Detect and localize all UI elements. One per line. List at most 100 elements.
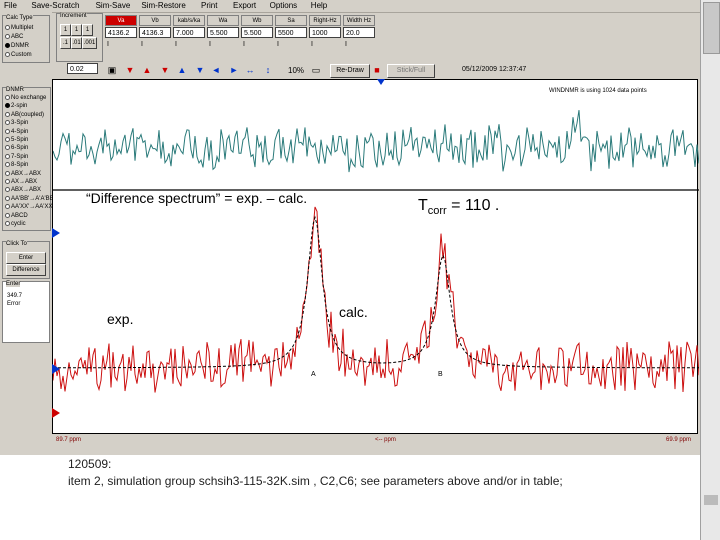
param-field-6[interactable]: 1000: [309, 27, 341, 38]
menu-item-print[interactable]: Print: [201, 0, 217, 12]
menu-item-export[interactable]: Export: [233, 0, 256, 12]
param-lock-icon[interactable]: I: [107, 40, 109, 50]
dnmr-radio-11[interactable]: ABX→ABX: [5, 186, 41, 194]
param-field-4[interactable]: 5.500: [241, 27, 273, 38]
param-header-3[interactable]: Wa: [207, 15, 239, 26]
difference-button[interactable]: Difference: [6, 264, 46, 276]
param-field-3[interactable]: 5.500: [207, 27, 239, 38]
increment-0001-button[interactable]: .001: [82, 37, 97, 49]
dnmr-radio-8[interactable]: 8-Spin: [5, 161, 28, 169]
contract-icon[interactable]: ↕: [262, 64, 274, 76]
param-lock-icon[interactable]: I: [141, 40, 143, 50]
dnmr-radio-14[interactable]: ABCD: [5, 212, 28, 220]
menu-item-file[interactable]: File: [4, 0, 17, 12]
param-header-4[interactable]: Wb: [241, 15, 273, 26]
radio-label: ABCD: [11, 212, 28, 219]
arrow-down-icon[interactable]: ▼: [124, 64, 136, 76]
menu-item-options[interactable]: Options: [270, 0, 298, 12]
arrow-right-blue-icon[interactable]: ►: [228, 64, 240, 76]
radio-dot-icon: [5, 170, 10, 176]
param-lock-icon[interactable]: I: [175, 40, 177, 50]
dnmr-radio-9[interactable]: ABX→ABX: [5, 170, 41, 178]
calc-type-radio-dnmr[interactable]: DNMR: [5, 42, 29, 50]
dnmr-radio-12[interactable]: AA'BB'→A'A'BB': [5, 195, 55, 203]
stick-full-button[interactable]: Stick/Full: [387, 64, 435, 78]
calc-type-radio-custom[interactable]: Custom: [5, 51, 32, 59]
param-header-6[interactable]: Right-Hz: [309, 15, 341, 26]
stop-icon[interactable]: ■: [371, 64, 383, 76]
save-icon[interactable]: ▣: [106, 64, 118, 76]
increment-100-button[interactable]: 1: [71, 24, 82, 36]
menu-item-help[interactable]: Help: [311, 0, 327, 12]
dnmr-radio-7[interactable]: 7-Spin: [5, 153, 28, 161]
arrow-up-blue-icon[interactable]: ▲: [176, 64, 188, 76]
exp-marker-icon[interactable]: [52, 408, 60, 418]
param-lock-icon[interactable]: I: [345, 40, 347, 50]
param-lock-icon[interactable]: I: [311, 40, 313, 50]
increment-001-button[interactable]: .01: [71, 37, 82, 49]
dnmr-radio-10[interactable]: AX→ABX: [5, 178, 37, 186]
redraw-button[interactable]: Re-Draw: [330, 64, 370, 78]
spectrum-plot[interactable]: WINDNMR is using 1024 data points A B: [52, 79, 700, 434]
arrow-down-blue-icon[interactable]: ▼: [194, 64, 206, 76]
dnmr-radio-2[interactable]: AB(coupled): [5, 111, 44, 119]
param-header-7[interactable]: Width Hz: [343, 15, 375, 26]
radio-label: DNMR: [11, 43, 29, 49]
tcorr-annotation: Tcorr = 110 .: [418, 197, 499, 217]
dnmr-radio-4[interactable]: 4-Spin: [5, 128, 28, 136]
param-lock-icon[interactable]: I: [209, 40, 211, 50]
param-header-2[interactable]: kab/s/ka: [173, 15, 205, 26]
radio-label: 2-spin: [11, 103, 28, 110]
calc-type-radio-abc[interactable]: ABC: [5, 33, 23, 41]
param-header-1[interactable]: Vb: [139, 15, 171, 26]
param-lock-icon[interactable]: I: [277, 40, 279, 50]
dnmr-radio-5[interactable]: 5-Spin: [5, 136, 28, 144]
timestamp: 05/12/2009 12:37:47: [462, 66, 527, 73]
vertical-scrollbar[interactable]: [700, 0, 720, 540]
param-header-0[interactable]: Va: [105, 15, 137, 26]
radio-dot-icon: [5, 33, 10, 39]
menu-item-simsave[interactable]: Sim-Save: [96, 0, 131, 12]
radio-dot-icon: [5, 120, 10, 126]
arrow-down-red-icon[interactable]: ▼: [159, 64, 171, 76]
radio-label: 5-Spin: [11, 137, 29, 143]
scrollbar-thumb[interactable]: [703, 2, 720, 54]
increment-10-button[interactable]: 1: [82, 24, 93, 36]
param-field-1[interactable]: 4136.3: [139, 27, 171, 38]
increment-input[interactable]: 0.02: [67, 63, 98, 74]
tcorr-sub: corr: [427, 205, 447, 218]
radio-dot-icon: [5, 111, 10, 117]
dnmr-radio-0[interactable]: No exchange: [5, 94, 46, 102]
dnmr-radio-3[interactable]: 3-Spin: [5, 119, 28, 127]
baseline-marker-icon[interactable]: [52, 228, 60, 238]
param-field-2[interactable]: 7.000: [173, 27, 205, 38]
dnmr-radio-15[interactable]: cyclic: [5, 220, 26, 228]
expand-icon[interactable]: ↔: [244, 64, 256, 76]
menu-item-savescratch[interactable]: Save-Scratch: [31, 0, 79, 12]
enter-button[interactable]: Enter: [6, 252, 46, 264]
calc-type-radio-multiplet[interactable]: Multiplet: [5, 24, 33, 32]
increment-1000-button[interactable]: 1: [60, 24, 71, 36]
increment-group: Increment 1 1 1 .1 .01 .001: [56, 13, 103, 62]
dnmr-radio-6[interactable]: 6-Spin: [5, 144, 28, 152]
difference-spectrum-trace: [52, 110, 700, 173]
zoom-level: 10%: [288, 66, 305, 75]
data-points-info: WINDNMR is using 1024 data points: [549, 88, 647, 94]
menu-bar: File Save-Scratch Sim-Save Sim-Restore Print…: [0, 0, 700, 13]
baseline-marker-icon-2[interactable]: [52, 364, 60, 374]
cursor-marker-icon[interactable]: [377, 79, 385, 85]
param-lock-icon[interactable]: I: [243, 40, 245, 50]
increment-01-button[interactable]: .1: [60, 37, 71, 49]
menu-item-simrestore[interactable]: Sim-Restore: [141, 0, 185, 12]
param-header-5[interactable]: Sa: [275, 15, 307, 26]
arrow-left-blue-icon[interactable]: ◄: [210, 64, 222, 76]
radio-label: 7-Spin: [11, 153, 29, 160]
param-field-5[interactable]: 5500: [275, 27, 307, 38]
fit-icon[interactable]: ▭: [310, 64, 322, 76]
dnmr-radio-13[interactable]: AA'XX'→AA'XX': [5, 203, 54, 211]
spectrum-svg: WINDNMR is using 1024 data points A B: [52, 88, 700, 393]
dnmr-radio-1[interactable]: 2-spin: [5, 102, 27, 110]
param-field-7[interactable]: 20.0: [343, 27, 375, 38]
param-field-0[interactable]: 4136.2: [105, 27, 137, 38]
arrow-up-icon[interactable]: ▲: [141, 64, 153, 76]
